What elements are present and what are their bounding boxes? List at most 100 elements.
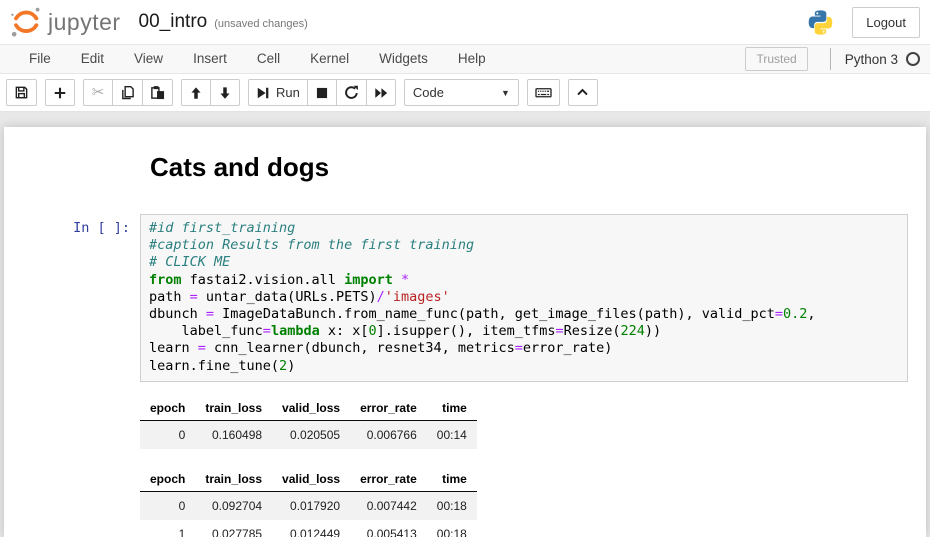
stop-icon [315,86,329,100]
output-table-1: epochtrain_lossvalid_losserror_ratetime0… [140,395,477,449]
code-line: learn.fine_tune(2) [149,358,903,375]
col-header: error_rate [350,395,427,421]
jupyter-wordmark: jupyter [48,9,121,36]
trusted-button[interactable]: Trusted [745,47,807,71]
menu-kernel[interactable]: Kernel [295,45,364,73]
table-cell: 0 [140,420,195,449]
toolbar-more-button[interactable] [568,79,598,106]
menubar: FileEditViewInsertCellKernelWidgetsHelp … [0,44,930,74]
code-line: learn = cnn_learner(dbunch, resnet34, me… [149,340,903,357]
restart-kernel-button[interactable] [336,79,367,106]
scissors-icon: ✂ [92,85,105,100]
logout-button[interactable]: Logout [852,7,920,38]
refresh-icon [344,85,359,100]
menu-insert[interactable]: Insert [178,45,242,73]
table-cell: 0 [140,491,195,520]
save-button[interactable] [6,79,37,106]
table-cell: 0.092704 [195,491,272,520]
table-cell: 0.006766 [350,420,427,449]
code-line: path = untar_data(URLs.PETS)/'images' [149,289,903,306]
table-cell: 00:18 [427,520,477,537]
table-cell: 00:18 [427,491,477,520]
app-header: jupyter 00_intro (unsaved changes) Logou… [0,0,930,44]
run-cell-button[interactable]: Run [248,79,308,106]
restart-run-all-button[interactable] [366,79,396,106]
code-line: dbunch = ImageDataBunch.from_name_func(p… [149,306,903,323]
section-heading: Cats and dogs [150,153,926,183]
code-line: label_func=lambda x: x[0].isupper(), ite… [149,323,903,340]
jupyter-logo[interactable]: jupyter [8,5,121,39]
move-cell-down-button[interactable] [210,79,240,106]
chevron-down-icon: ▼ [501,88,510,98]
input-prompt: In [ ]: [4,214,140,382]
step-forward-icon [256,86,270,100]
menu-file[interactable]: File [14,45,66,73]
col-header: valid_loss [272,395,350,421]
code-line: # CLICK ME [149,254,903,271]
col-header: error_rate [350,466,427,492]
keyboard-icon [535,85,552,100]
jupyter-logo-icon [8,5,44,39]
table-cell: 0.027785 [195,520,272,537]
col-header: train_loss [195,466,272,492]
menubar-items: FileEditViewInsertCellKernelWidgetsHelp [14,45,501,73]
cell-outputs: epochtrain_lossvalid_losserror_ratetime0… [140,395,926,537]
table-cell: 0.012449 [272,520,350,537]
site-background: Cats and dogs In [ ]: #id first_training… [0,112,930,537]
table-cell: 0.020505 [272,420,350,449]
save-icon [14,85,29,100]
code-editor: #id first_training#caption Results from … [149,220,903,375]
arrow-down-icon [218,86,232,100]
interrupt-kernel-button[interactable] [307,79,337,106]
insert-cell-button[interactable] [45,79,75,106]
run-label: Run [276,85,300,100]
plus-icon [53,86,67,100]
code-line: #id first_training [149,220,903,237]
copy-icon [120,85,135,100]
col-header: valid_loss [272,466,350,492]
table-row: 00.0927040.0179200.00744200:18 [140,491,477,520]
col-header: time [427,466,477,492]
toolbar: ✂ [0,74,930,112]
code-cell: In [ ]: #id first_training#caption Resul… [4,214,926,382]
table-cell: 0.007442 [350,491,427,520]
table-row: 00.1604980.0205050.00676600:14 [140,420,477,449]
paste-cell-button[interactable] [142,79,173,106]
code-line: from fastai2.vision.all import * [149,272,903,289]
move-cell-up-button[interactable] [181,79,211,106]
checkpoint-status: (unsaved changes) [214,18,308,30]
arrow-up-icon [189,86,203,100]
menubar-divider [830,48,831,70]
paste-icon [150,85,165,100]
menu-view[interactable]: View [119,45,178,73]
col-header: time [427,395,477,421]
output-table-2: epochtrain_lossvalid_losserror_ratetime0… [140,466,477,537]
chevron-up-icon [576,86,589,99]
table-row: 10.0277850.0124490.00541300:18 [140,520,477,537]
fast-forward-icon [374,86,388,100]
cell-type-dropdown[interactable]: Code ▼ [404,79,519,106]
code-input[interactable]: #id first_training#caption Results from … [140,214,908,382]
cut-cell-button[interactable]: ✂ [83,79,113,106]
notebook-container: Cats and dogs In [ ]: #id first_training… [4,127,926,537]
code-line: #caption Results from the first training [149,237,903,254]
notebook-title[interactable]: 00_intro [139,11,208,33]
col-header: epoch [140,395,195,421]
table-cell: 1 [140,520,195,537]
menu-widgets[interactable]: Widgets [364,45,443,73]
command-palette-button[interactable] [527,79,560,106]
python-logo-icon [807,9,834,36]
col-header: epoch [140,466,195,492]
cell-type-value: Code [413,85,444,100]
table-cell: 0.005413 [350,520,427,537]
table-cell: 00:14 [427,420,477,449]
menu-edit[interactable]: Edit [66,45,119,73]
table-cell: 0.017920 [272,491,350,520]
menu-help[interactable]: Help [443,45,501,73]
markdown-cell[interactable]: Cats and dogs [4,139,926,183]
menu-cell[interactable]: Cell [242,45,295,73]
kernel-name: Python 3 [845,52,898,67]
kernel-idle-indicator [906,52,920,66]
table-cell: 0.160498 [195,420,272,449]
copy-cell-button[interactable] [112,79,143,106]
